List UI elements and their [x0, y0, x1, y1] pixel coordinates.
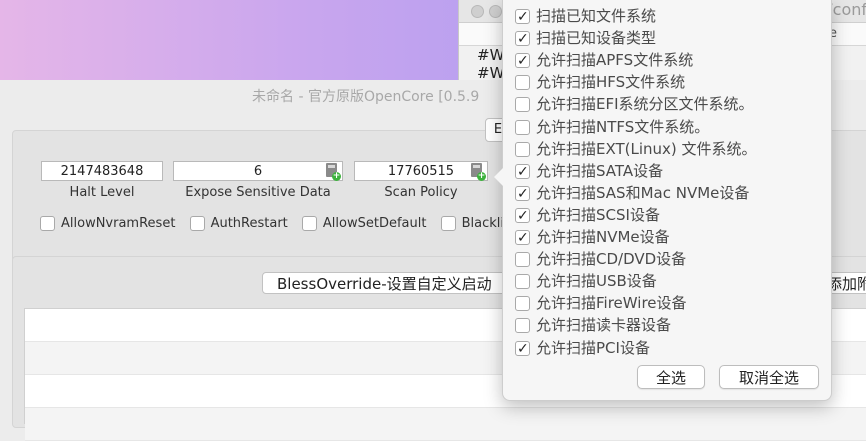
popover-arrow [494, 168, 503, 186]
calculator-icon[interactable]: + [471, 163, 486, 181]
allow-nvram-reset-checkbox[interactable]: AllowNvramReset [40, 216, 175, 231]
scan-option[interactable]: 扫描已知设备类型 [515, 28, 657, 49]
select-all-button[interactable]: 全选 [637, 365, 705, 389]
deselect-all-button[interactable]: 取消全选 [719, 365, 819, 389]
checked-checkbox-icon[interactable] [515, 339, 530, 359]
scan-option[interactable]: 允许扫描NTFS文件系统。 [515, 117, 709, 137]
halt-level-label: Halt Level [69, 185, 135, 200]
scan-option[interactable]: 允许扫描HFS文件系统 [515, 72, 685, 92]
checked-checkbox-icon[interactable] [515, 184, 530, 204]
scan-option-label: 允许扫描PCI设备 [536, 338, 650, 357]
scan-option-label: 允许扫描SATA设备 [536, 161, 664, 180]
window-title: 未命名 - 官方原版OpenCore [0.5.9 [252, 89, 480, 105]
scan-option-label: 扫描已知设备类型 [536, 29, 657, 48]
checkbox-icon[interactable] [515, 75, 530, 91]
scan-option-label: 允许扫描NVMe设备 [536, 228, 670, 246]
auth-restart-checkbox[interactable]: AuthRestart [189, 216, 288, 231]
scan-option[interactable]: 允许扫描EXT(Linux) 文件系统。 [515, 139, 757, 159]
scan-option[interactable]: 允许扫描SAS和Mac NVMe设备 [515, 183, 750, 204]
table-row[interactable] [25, 408, 866, 441]
scan-option-label: 允许扫描FireWire设备 [536, 294, 687, 313]
checkbox-icon[interactable] [440, 216, 456, 231]
checkbox-icon[interactable] [515, 274, 530, 290]
checked-checkbox-icon[interactable] [515, 7, 530, 27]
scan-option-label: 允许扫描USB设备 [536, 272, 657, 291]
scan-option-label: 允许扫描SAS和Mac NVMe设备 [536, 183, 750, 202]
scan-policy-value: 17760515 [387, 164, 455, 179]
checkbox-label: AllowSetDefault [322, 216, 427, 231]
scan-option[interactable]: 允许扫描SATA设备 [515, 161, 664, 182]
checked-checkbox-icon[interactable] [515, 29, 530, 49]
checkbox-icon[interactable] [515, 97, 530, 113]
checkbox-icon[interactable] [515, 252, 530, 268]
checkbox-icon[interactable] [515, 141, 530, 157]
scan-option-label: 允许扫描CD/DVD设备 [536, 250, 687, 269]
checked-checkbox-icon[interactable] [515, 228, 530, 248]
checkbox-icon[interactable] [515, 296, 530, 312]
checked-checkbox-icon[interactable] [515, 51, 530, 71]
scan-option[interactable]: 允许扫描USB设备 [515, 271, 657, 291]
scan-option[interactable]: 允许扫描APFS文件系统 [515, 50, 694, 71]
scan-option[interactable]: 允许扫描CD/DVD设备 [515, 249, 686, 269]
blacklist-checkbox[interactable]: Blacklis [440, 216, 511, 231]
halt-level-field[interactable]: 2147483648 [41, 161, 163, 181]
checkbox-label: AuthRestart [210, 216, 288, 231]
scan-option-label: 允许扫描NTFS文件系统。 [536, 117, 710, 136]
checkbox-icon[interactable] [189, 216, 205, 231]
expose-sensitive-data-label: Expose Sensitive Data [185, 185, 331, 200]
bless-override-button[interactable]: BlessOverride-设置自定义启动 [262, 272, 522, 294]
scan-option-label: 允许扫描读卡器设备 [536, 316, 672, 335]
checkbox-icon[interactable] [515, 119, 530, 135]
scan-option[interactable]: 允许扫描PCI设备 [515, 338, 650, 359]
scan-option[interactable]: 允许扫描读卡器设备 [515, 315, 671, 335]
security-checkbox-row: AllowNvramReset AuthRestart AllowSetDefa… [40, 216, 521, 234]
scan-option[interactable]: 允许扫描SCSI设备 [515, 205, 660, 226]
scan-option-label: 允许扫描SCSI设备 [536, 205, 660, 224]
scan-option-label: 允许扫描EXT(Linux) 文件系统。 [536, 139, 757, 158]
checkbox-icon[interactable] [515, 318, 530, 334]
scan-option[interactable]: 允许扫描EFI系统分区文件系统。 [515, 94, 754, 114]
scan-option[interactable]: 允许扫描FireWire设备 [515, 293, 687, 313]
scan-option-label: 扫描已知文件系统 [536, 7, 657, 25]
background-window-path: /conf [827, 0, 866, 19]
checkbox-icon[interactable] [301, 216, 317, 231]
scan-option-label: 允许扫描APFS文件系统 [536, 51, 694, 70]
calculator-icon[interactable]: + [326, 163, 341, 181]
minimize-dot-icon[interactable] [489, 5, 502, 18]
scan-policy-field[interactable]: 17760515 + [354, 161, 488, 181]
checked-checkbox-icon[interactable] [515, 206, 530, 226]
close-dot-icon[interactable] [471, 5, 484, 18]
scan-option-label: 允许扫描EFI系统分区文件系统。 [536, 95, 754, 114]
scan-option-label: 允许扫描HFS文件系统 [536, 73, 686, 92]
scan-policy-label: Scan Policy [384, 185, 458, 200]
scan-policy-popover: 扫描已知文件系统扫描已知设备类型允许扫描APFS文件系统允许扫描HFS文件系统允… [494, 0, 832, 401]
checked-checkbox-icon[interactable] [515, 162, 530, 182]
checkbox-label: AllowNvramReset [61, 216, 176, 231]
scan-option[interactable]: 扫描已知文件系统 [515, 6, 657, 27]
expose-sensitive-data-field[interactable]: 6 + [173, 161, 343, 181]
checkbox-icon[interactable] [40, 216, 55, 231]
scan-option[interactable]: 允许扫描NVMe设备 [515, 227, 670, 248]
expose-sensitive-data-value: 6 [253, 164, 263, 179]
allow-set-default-checkbox[interactable]: AllowSetDefault [301, 216, 427, 231]
